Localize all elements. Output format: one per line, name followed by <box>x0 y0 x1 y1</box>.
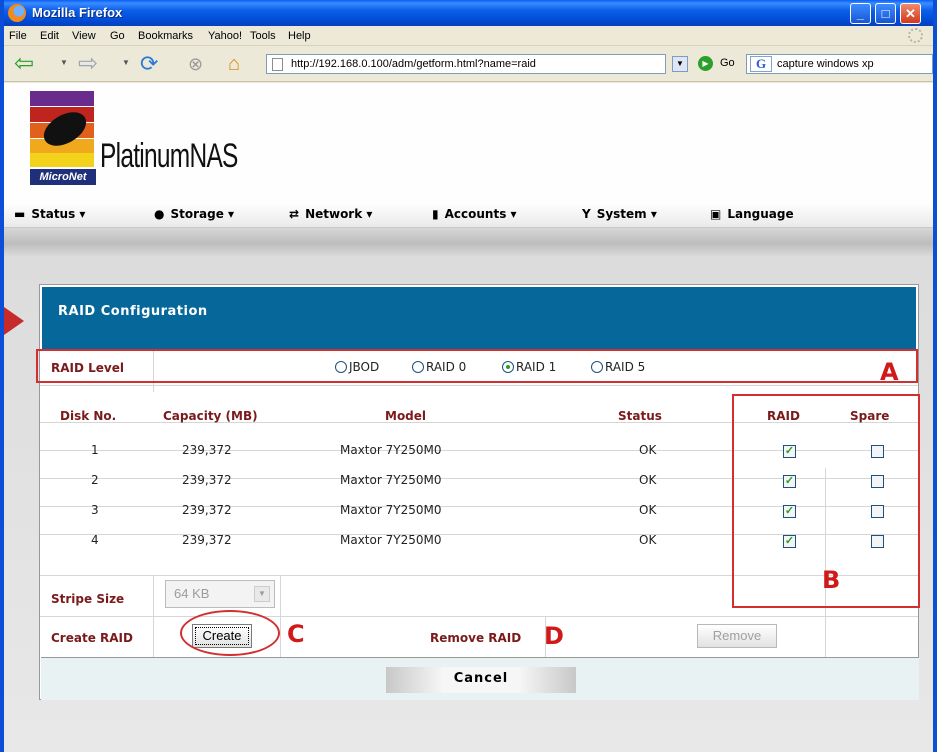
menu-file[interactable]: File <box>9 30 27 42</box>
remove-button[interactable]: Remove <box>697 624 777 648</box>
column-header-status: Status <box>618 409 662 423</box>
column-header-capacity: Capacity (MB) <box>163 409 258 423</box>
url-bar[interactable]: http://192.168.0.100/adm/getform.html?na… <box>266 54 666 74</box>
panel-header: RAID Configuration <box>40 285 918 350</box>
disk-model: Maxtor 7Y250M0 <box>340 503 442 517</box>
search-input[interactable]: capture windows xp <box>777 58 874 70</box>
cancel-button[interactable]: Cancel <box>386 667 576 693</box>
disk-icon: ● <box>154 207 165 221</box>
stripe-size-select[interactable]: 64 KB ▼ <box>165 580 275 608</box>
menu-bar: File Edit View Go Bookmarks Yahoo! Tools… <box>4 26 933 46</box>
nav-status[interactable]: ▬ Status ▾ <box>14 207 85 221</box>
menu-bookmarks[interactable]: Bookmarks <box>138 30 193 42</box>
url-dropdown-icon[interactable]: ▼ <box>672 56 688 72</box>
product-name: PlatinumNAS <box>100 137 238 175</box>
google-search-icon[interactable]: G <box>750 56 772 72</box>
menu-tools[interactable]: Tools <box>250 30 276 42</box>
users-icon: ▮ <box>432 207 439 221</box>
disk-number: 3 <box>91 503 99 517</box>
disk-model: Maxtor 7Y250M0 <box>340 533 442 547</box>
app-navigation: ▬ Status ▾ ● Storage ▾ ⇄ Network ▾ ▮ Account… <box>4 202 933 228</box>
nav-network[interactable]: ⇄ Network ▾ <box>289 207 372 221</box>
disk-number: 2 <box>91 473 99 487</box>
throbber-icon <box>908 28 923 43</box>
disk-number: 1 <box>91 443 99 457</box>
brand-label: MicroNet <box>30 169 96 185</box>
column-header-disk: Disk No. <box>60 409 117 423</box>
search-box[interactable]: G capture windows xp <box>746 54 933 74</box>
page-icon <box>272 58 283 71</box>
go-icon[interactable]: ▶ <box>698 56 713 71</box>
micronet-logo: MicroNet PlatinumNAS <box>30 91 270 197</box>
chevron-down-icon: ▼ <box>254 586 270 602</box>
disk-number: 4 <box>91 533 99 547</box>
browser-window: Mozilla Firefox _ □ ✕ File Edit View Go … <box>0 0 937 752</box>
remove-raid-label: Remove RAID <box>430 631 522 645</box>
close-button[interactable]: ✕ <box>900 3 921 24</box>
cancel-row: Cancel <box>41 657 919 700</box>
disk-status: OK <box>639 443 657 457</box>
nav-storage[interactable]: ● Storage ▾ <box>154 207 234 221</box>
go-button-label[interactable]: Go <box>720 57 735 69</box>
stripe-size-label: Stripe Size <box>51 592 125 606</box>
page-content: MicroNet PlatinumNAS ▬ Status ▾ ● Storage … <box>4 83 933 752</box>
menu-yahoo[interactable]: Yahoo! <box>208 30 242 42</box>
minimize-button[interactable]: _ <box>850 3 871 24</box>
annotation-label-d: D <box>544 622 564 650</box>
menu-edit[interactable]: Edit <box>40 30 59 42</box>
maximize-button[interactable]: □ <box>875 3 896 24</box>
disk-capacity: 239,372 <box>182 443 232 457</box>
firefox-icon <box>8 4 26 22</box>
car-icon: ▬ <box>14 207 26 221</box>
stop-icon[interactable]: ⊗ <box>188 52 203 76</box>
disk-capacity: 239,372 <box>182 473 232 487</box>
network-icon: ⇄ <box>289 207 300 221</box>
back-dropdown-icon[interactable]: ▼ <box>60 58 68 67</box>
menu-go[interactable]: Go <box>110 30 125 42</box>
annotation-label-b: B <box>822 566 841 594</box>
disk-model: Maxtor 7Y250M0 <box>340 443 442 457</box>
stripe-size-value: 64 KB <box>174 586 210 601</box>
url-text: http://192.168.0.100/adm/getform.html?na… <box>291 58 536 70</box>
annotation-arrow-icon <box>4 307 24 335</box>
panel-title: RAID Configuration <box>58 304 208 319</box>
disk-status: OK <box>639 473 657 487</box>
annotation-circle-c <box>180 610 280 656</box>
home-icon[interactable]: ⌂ <box>228 52 240 76</box>
column-header-model: Model <box>385 409 427 423</box>
back-icon[interactable]: ⇦ <box>14 52 34 76</box>
language-icon: ▣ <box>710 207 722 221</box>
forward-icon[interactable]: ⇨ <box>78 52 98 76</box>
title-bar[interactable]: Mozilla Firefox _ □ ✕ <box>4 0 933 26</box>
annotation-label-c: C <box>287 620 305 648</box>
window-title: Mozilla Firefox <box>32 5 123 20</box>
disk-status: OK <box>639 533 657 547</box>
annotation-frame-a <box>36 349 918 383</box>
reload-icon[interactable]: ⟳ <box>140 52 158 76</box>
nav-system[interactable]: Y System ▾ <box>582 207 657 221</box>
navigation-toolbar: ⇦ ▼ ⇨ ▼ ⟳ ⊗ ⌂ http://192.168.0.100/adm/g… <box>4 46 933 82</box>
disk-capacity: 239,372 <box>182 533 232 547</box>
menu-help[interactable]: Help <box>288 30 311 42</box>
disk-model: Maxtor 7Y250M0 <box>340 473 442 487</box>
create-raid-label: Create RAID <box>51 631 133 645</box>
disk-status: OK <box>639 503 657 517</box>
nav-language[interactable]: ▣ Language <box>710 207 794 221</box>
tools-icon: Y <box>582 207 591 221</box>
nav-accounts[interactable]: ▮ Accounts ▾ <box>432 207 517 221</box>
forward-dropdown-icon[interactable]: ▼ <box>122 58 130 67</box>
disk-capacity: 239,372 <box>182 503 232 517</box>
menu-view[interactable]: View <box>72 30 96 42</box>
annotation-label-a: A <box>880 358 899 386</box>
